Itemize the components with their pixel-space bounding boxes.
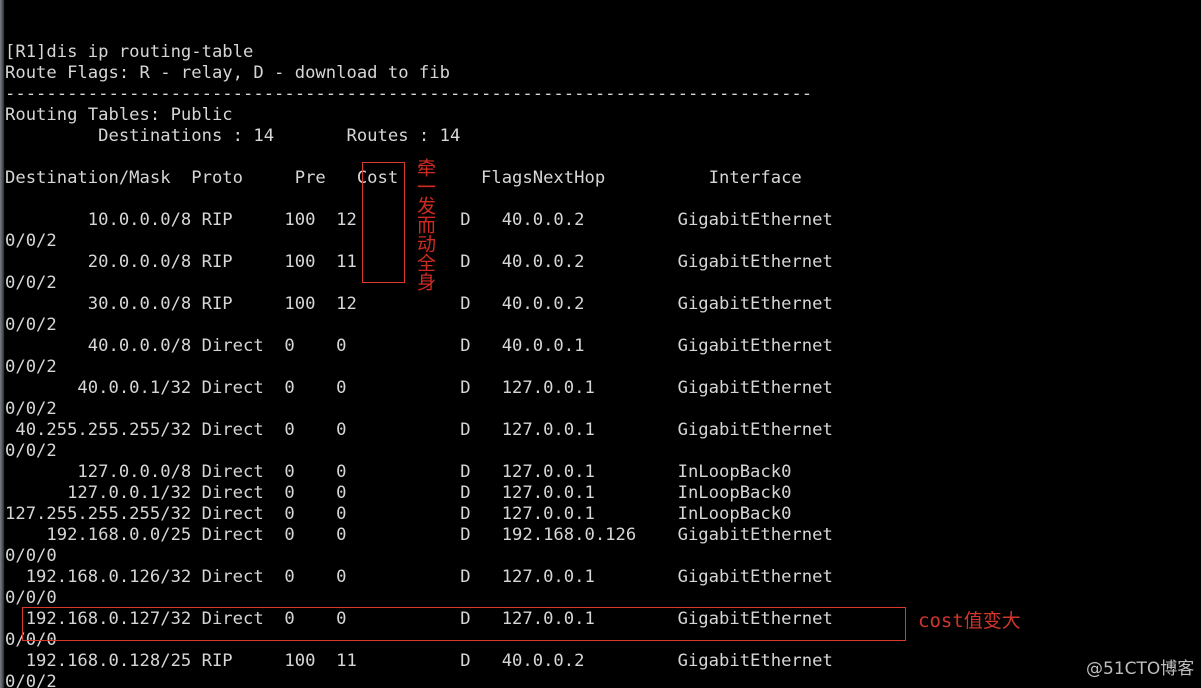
cost-increase-annotation: cost值变大 bbox=[918, 610, 1021, 632]
terminal-output[interactable]: [R1]dis ip routing-table Route Flags: R … bbox=[5, 0, 1201, 688]
watermark-label: @51CTO博客 bbox=[1086, 659, 1195, 679]
vertical-annotation-note: 牵一发而动全身 bbox=[414, 158, 436, 291]
terminal-window: [R1]dis ip routing-table Route Flags: R … bbox=[0, 0, 1201, 688]
terminal-text: [R1]dis ip routing-table Route Flags: R … bbox=[5, 42, 833, 688]
